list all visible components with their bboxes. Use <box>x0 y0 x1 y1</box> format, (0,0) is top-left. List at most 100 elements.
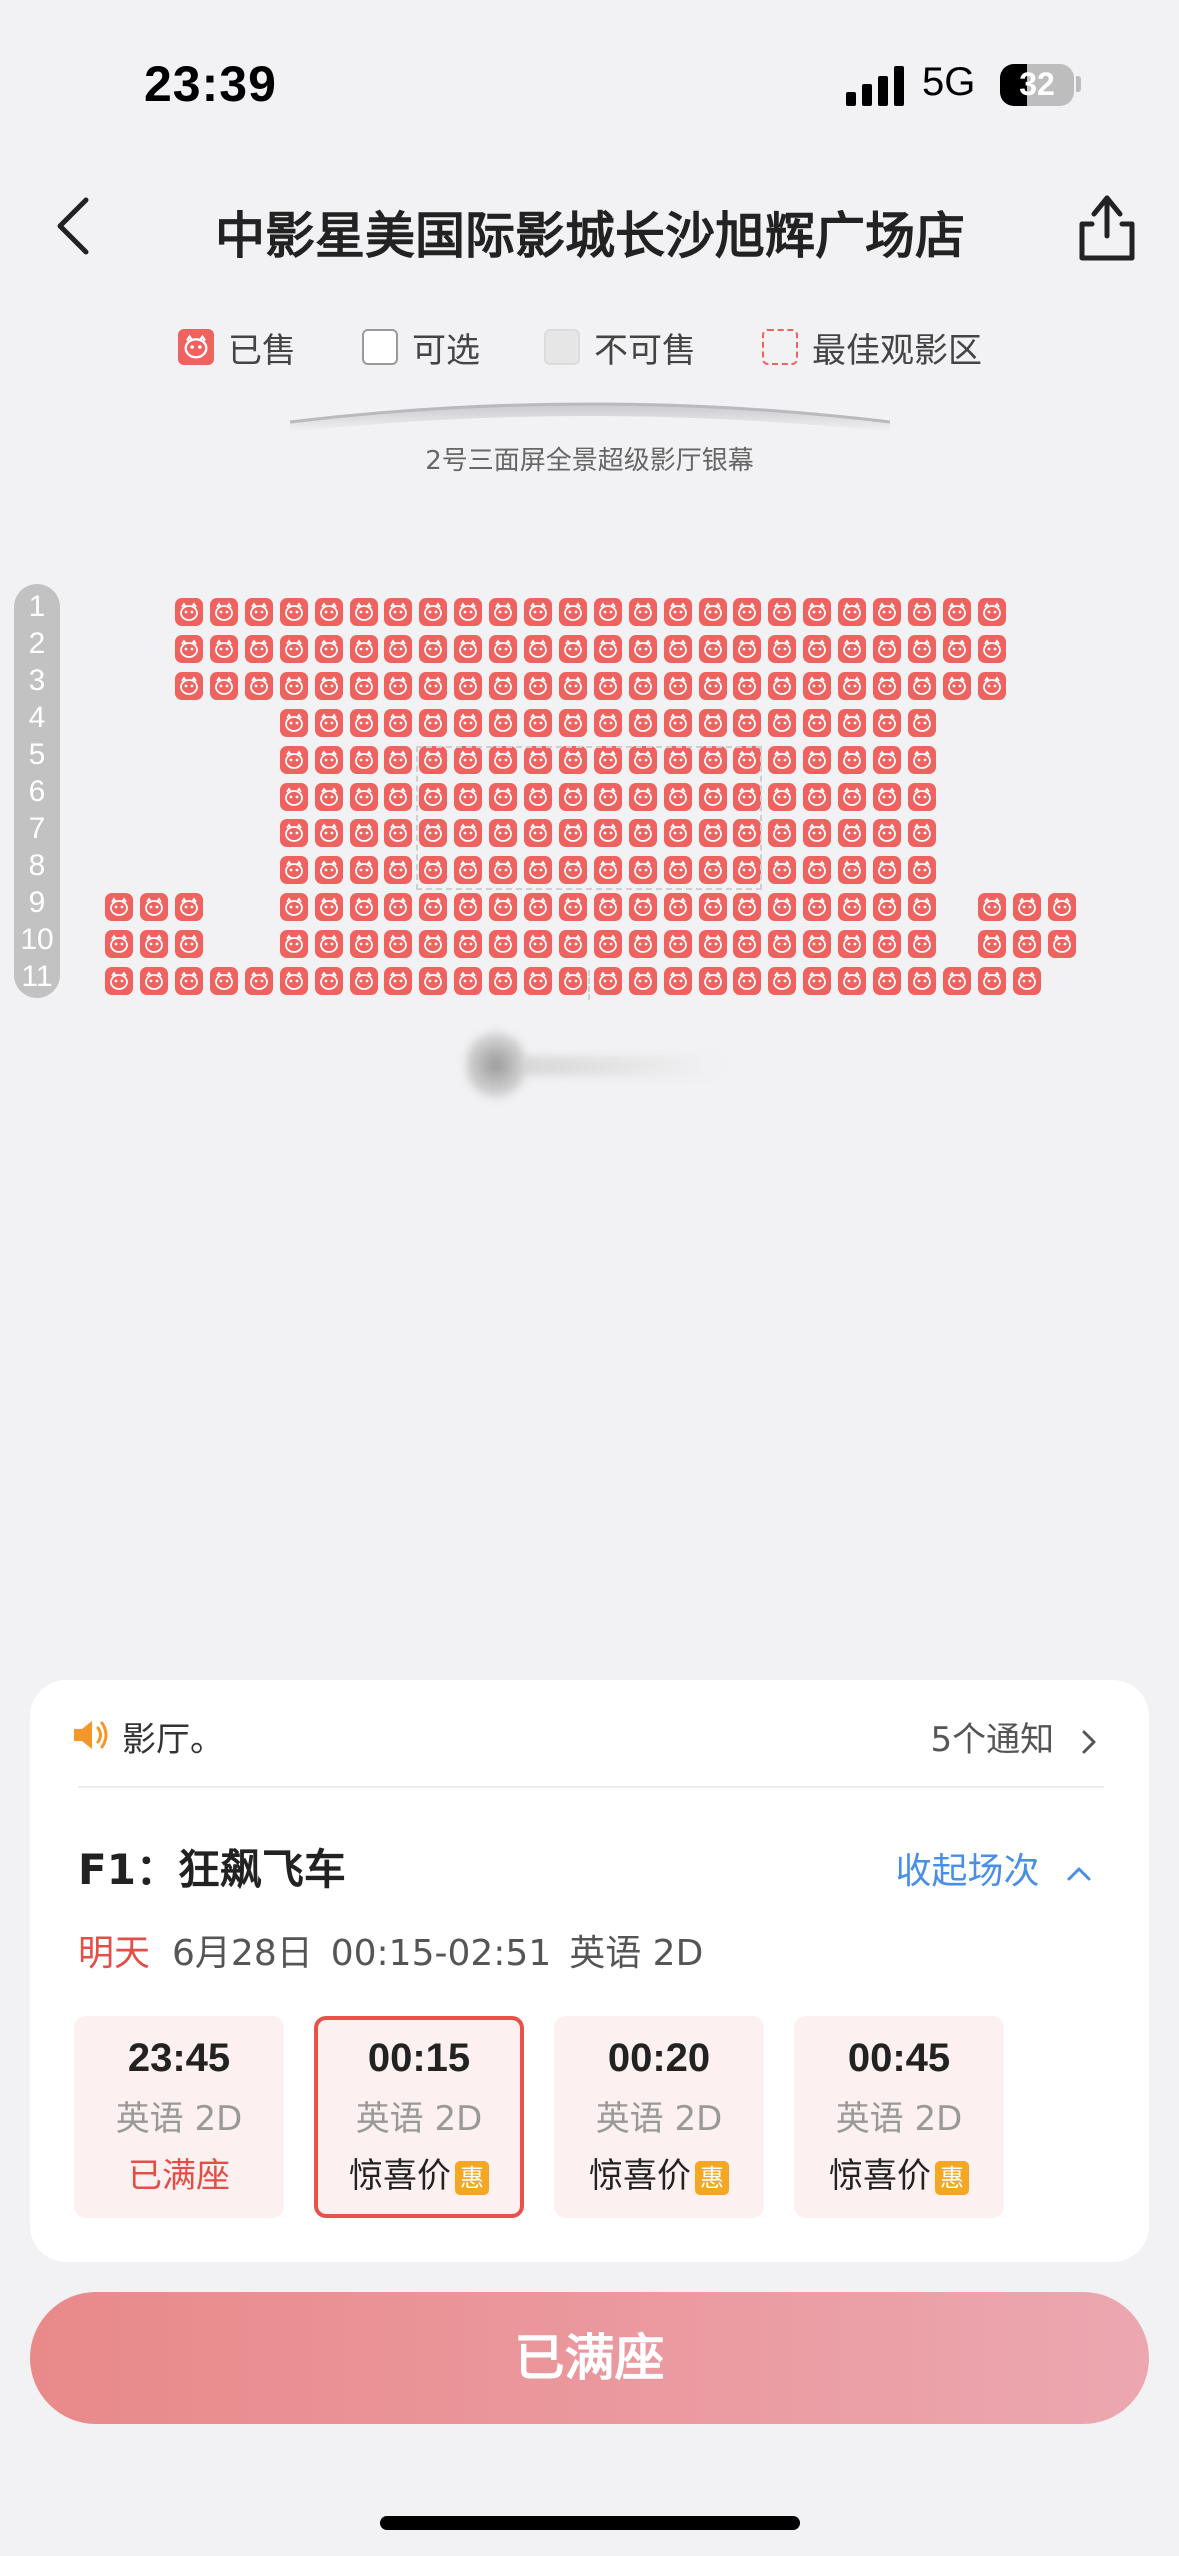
seat-sold[interactable] <box>315 930 343 958</box>
seat-sold[interactable] <box>140 930 168 958</box>
seat-sold[interactable] <box>768 598 796 626</box>
seat-sold[interactable] <box>908 783 936 811</box>
seat-sold[interactable] <box>838 598 866 626</box>
seat-sold[interactable] <box>803 819 831 847</box>
seat-sold[interactable] <box>280 709 308 737</box>
seat-sold[interactable] <box>559 893 587 921</box>
seat-sold[interactable] <box>664 635 692 663</box>
seat-sold[interactable] <box>629 635 657 663</box>
seat-sold[interactable] <box>315 746 343 774</box>
seat-sold[interactable] <box>210 598 238 626</box>
seat-sold[interactable] <box>384 672 412 700</box>
seat-sold[interactable] <box>384 598 412 626</box>
seat-sold[interactable] <box>873 856 901 884</box>
seat-sold[interactable] <box>524 672 552 700</box>
seat-sold[interactable] <box>629 598 657 626</box>
seat-sold[interactable] <box>454 893 482 921</box>
seat-sold[interactable] <box>768 856 796 884</box>
seat-sold[interactable] <box>350 672 378 700</box>
seat-sold[interactable] <box>524 709 552 737</box>
seat-sold[interactable] <box>838 856 866 884</box>
seat-sold[interactable] <box>733 967 761 995</box>
seat-sold[interactable] <box>838 672 866 700</box>
seat-sold[interactable] <box>454 967 482 995</box>
seat-sold[interactable] <box>664 709 692 737</box>
seat-sold[interactable] <box>419 930 447 958</box>
seat-sold[interactable] <box>384 856 412 884</box>
seat-sold[interactable] <box>140 967 168 995</box>
seat-sold[interactable] <box>629 930 657 958</box>
seat-sold[interactable] <box>245 635 273 663</box>
seat-sold[interactable] <box>419 893 447 921</box>
seat-sold[interactable] <box>350 819 378 847</box>
seat-sold[interactable] <box>489 635 517 663</box>
collapse-sessions-button[interactable]: 收起场次 <box>896 1842 1093 1894</box>
seat-sold[interactable] <box>315 893 343 921</box>
seat-sold[interactable] <box>454 598 482 626</box>
seat-sold[interactable] <box>768 746 796 774</box>
seat-sold[interactable] <box>559 709 587 737</box>
seat-sold[interactable] <box>838 930 866 958</box>
seat-sold[interactable] <box>594 672 622 700</box>
seat-sold[interactable] <box>419 709 447 737</box>
seat-sold[interactable] <box>978 930 1006 958</box>
seat-sold[interactable] <box>733 672 761 700</box>
seat-sold[interactable] <box>384 967 412 995</box>
seat-sold[interactable] <box>768 819 796 847</box>
seat-sold[interactable] <box>943 672 971 700</box>
seat-sold[interactable] <box>280 598 308 626</box>
seat-sold[interactable] <box>838 783 866 811</box>
seat-sold[interactable] <box>873 635 901 663</box>
seat-sold[interactable] <box>838 819 866 847</box>
seat-sold[interactable] <box>280 819 308 847</box>
seat-sold[interactable] <box>943 635 971 663</box>
seat-sold[interactable] <box>803 856 831 884</box>
seat-sold[interactable] <box>350 746 378 774</box>
seat-sold[interactable] <box>384 635 412 663</box>
seat-sold[interactable] <box>489 893 517 921</box>
seat-sold[interactable] <box>140 893 168 921</box>
seat-sold[interactable] <box>524 967 552 995</box>
seat-sold[interactable] <box>838 893 866 921</box>
seat-sold[interactable] <box>384 783 412 811</box>
seat-sold[interactable] <box>280 672 308 700</box>
seat-sold[interactable] <box>733 709 761 737</box>
seat-sold[interactable] <box>489 598 517 626</box>
seat-sold[interactable] <box>454 672 482 700</box>
seat-sold[interactable] <box>315 856 343 884</box>
seat-sold[interactable] <box>384 709 412 737</box>
seat-sold[interactable] <box>838 746 866 774</box>
seat-sold[interactable] <box>873 893 901 921</box>
seat-sold[interactable] <box>280 635 308 663</box>
seat-sold[interactable] <box>978 893 1006 921</box>
seat-sold[interactable] <box>594 709 622 737</box>
seat-sold[interactable] <box>803 598 831 626</box>
seat-sold[interactable] <box>315 819 343 847</box>
seat-sold[interactable] <box>489 672 517 700</box>
notice-count-link[interactable]: 5个通知 <box>931 1712 1099 1761</box>
seat-sold[interactable] <box>315 598 343 626</box>
seat-sold[interactable] <box>664 893 692 921</box>
seat-sold[interactable] <box>489 967 517 995</box>
seat-sold[interactable] <box>629 672 657 700</box>
seat-sold[interactable] <box>280 856 308 884</box>
seat-sold[interactable] <box>803 783 831 811</box>
seat-sold[interactable] <box>699 635 727 663</box>
seat-sold[interactable] <box>629 967 657 995</box>
seat-sold[interactable] <box>978 635 1006 663</box>
seat-sold[interactable] <box>384 930 412 958</box>
seat-sold[interactable] <box>350 635 378 663</box>
seat-sold[interactable] <box>594 930 622 958</box>
seat-sold[interactable] <box>664 672 692 700</box>
seat-sold[interactable] <box>280 893 308 921</box>
seat-sold[interactable] <box>489 930 517 958</box>
seat-sold[interactable] <box>559 967 587 995</box>
seat-sold[interactable] <box>559 598 587 626</box>
seat-sold[interactable] <box>699 967 727 995</box>
seat-sold[interactable] <box>803 746 831 774</box>
seat-sold[interactable] <box>245 967 273 995</box>
seat-sold[interactable] <box>768 967 796 995</box>
seat-sold[interactable] <box>943 967 971 995</box>
showtime-card-selected[interactable]: 00:15 英语 2D 惊喜价惠 <box>314 2016 524 2218</box>
seat-sold[interactable] <box>315 672 343 700</box>
